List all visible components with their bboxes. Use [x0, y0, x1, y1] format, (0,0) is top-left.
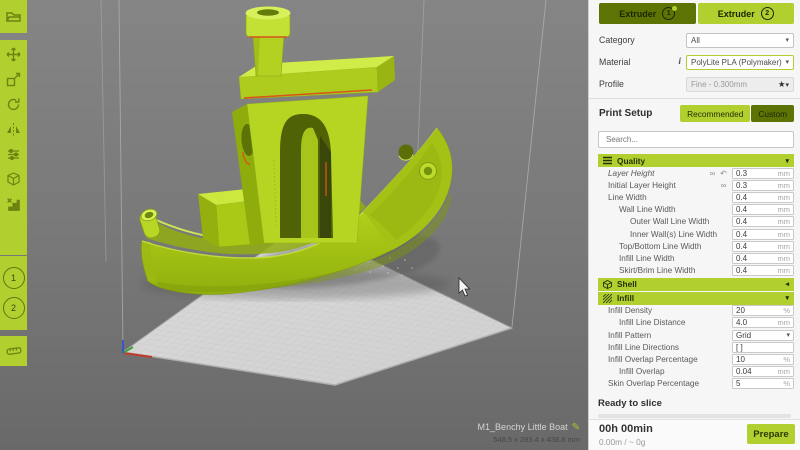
setting-value-box[interactable]: 0.4 mm [732, 228, 794, 240]
slice-summary: 00h 00min 0.00m / ~ 0g Prepare [589, 419, 800, 450]
material-row: Material i PolyLite PLA (Polymaker) ▾ [599, 51, 794, 73]
profile-row: Profile Fine - 0.300mm ★▾ [599, 73, 794, 95]
toolbar-extruder-group: 1 2 [0, 256, 27, 330]
setting-row[interactable]: Infill Pattern Grid ▾ [598, 329, 794, 341]
measure-tool-icon[interactable] [4, 342, 23, 361]
recommended-button[interactable]: Recommended [680, 105, 751, 122]
search-box [598, 131, 794, 148]
material-dropdown[interactable]: PolyLite PLA (Polymaker) ▾ [686, 54, 794, 70]
toolbar-file-group [0, 0, 27, 33]
setting-value-box[interactable]: 0.4 mm [732, 216, 794, 228]
chevron-down-icon: ▾ [785, 295, 789, 303]
extruder-tabs: Extruder 1 Extruder 2 [589, 0, 800, 28]
edit-name-icon[interactable]: ✎ [572, 422, 580, 433]
setting-row[interactable]: Line Width 0.4 mm [598, 191, 794, 203]
setting-value-box[interactable]: 0.4 mm [732, 204, 794, 216]
chevron-left-icon: ◂ [785, 281, 789, 289]
move-tool-icon[interactable] [4, 45, 23, 64]
setting-value-box[interactable]: 0.3 mm [732, 167, 794, 179]
extruder-1-badge: 1 [662, 6, 678, 20]
hamburger-icon [603, 156, 612, 165]
progress-bar [598, 414, 791, 418]
chevron-down-icon: ▾ [785, 157, 789, 165]
setting-row[interactable]: Initial Layer Height ∞ 0.3 mm [598, 179, 794, 191]
per-model-settings-icon[interactable] [4, 145, 23, 164]
setting-value-box[interactable]: 0.4 mm [732, 265, 794, 277]
infill-icon [603, 293, 612, 303]
chevron-down-icon: ▾ [785, 59, 789, 66]
mesh-type-icon[interactable] [4, 170, 23, 189]
setting-value-box[interactable]: 0.4 mm [732, 240, 794, 252]
setting-row[interactable]: Skin Overlap Percentage 5% [598, 378, 794, 390]
infill-pattern-dropdown[interactable]: Grid ▾ [732, 329, 794, 341]
setting-row[interactable]: Infill Overlap 0.04 mm [598, 366, 794, 378]
star-icon: ★▾ [777, 78, 789, 89]
extruder-1-button[interactable]: 1 [2, 267, 25, 289]
print-setup-title: Print Setup [599, 108, 653, 119]
category-dropdown[interactable]: All ▾ [686, 32, 794, 48]
setting-value-box[interactable]: 0.4 mm [732, 252, 794, 264]
setting-row[interactable]: Infill Line Distance 4.0 mm [598, 317, 794, 329]
info-icon[interactable]: i [678, 57, 681, 67]
revert-icon[interactable]: ↶ [718, 169, 729, 178]
extruder-2-badge: 2 [760, 7, 774, 20]
chevron-down-icon: ▾ [786, 332, 790, 340]
settings-panel: Extruder 1 Extruder 2 Category All ▾ Mate… [588, 0, 800, 450]
setting-value-box[interactable]: 4.0 mm [732, 317, 794, 329]
category-row: Category All ▾ [599, 29, 794, 51]
search-input[interactable] [604, 134, 788, 145]
open-file-icon[interactable] [4, 7, 23, 26]
material-color-dot [672, 6, 678, 11]
setting-row[interactable]: Skirt/Brim Line Width 0.4 mm [598, 265, 794, 277]
setting-value-box[interactable]: 0.04 mm [732, 366, 794, 378]
scene-canvas [0, 0, 588, 450]
setting-row[interactable]: Infill Density 20% [598, 305, 794, 317]
setting-row[interactable]: Infill Line Directions [ ] [598, 341, 794, 353]
setting-value-box[interactable]: 5% [732, 378, 794, 390]
section-header-shell[interactable]: Shell ◂ [598, 277, 794, 291]
setting-row[interactable]: Inner Wall(s) Line Width 0.4 mm [598, 228, 794, 240]
rotate-tool-icon[interactable] [4, 95, 23, 114]
setting-row[interactable]: Infill Line Width 0.4 mm [598, 252, 794, 264]
mirror-tool-icon[interactable] [4, 120, 23, 139]
setting-row[interactable]: Outer Wall Line Width 0.4 mm [598, 216, 794, 228]
scale-tool-icon[interactable] [4, 70, 23, 89]
settings-list: Quality ▾ Layer Height ∞ ↶ 0.3 mm Initial… [598, 154, 794, 390]
shell-icon [603, 279, 612, 289]
status-text: Ready to slice [598, 398, 662, 409]
setting-value-box[interactable]: 0.3 mm [732, 179, 794, 191]
setting-row[interactable]: Infill Overlap Percentage 10% [598, 353, 794, 366]
section-header-infill[interactable]: Infill ▾ [598, 291, 794, 305]
setting-value-box[interactable]: 20% [732, 305, 794, 317]
setting-row[interactable]: Layer Height ∞ ↶ 0.3 mm [598, 167, 794, 179]
model-info: M1_Benchy Little Boat ✎ 548.5 x 283.4 x 4… [478, 422, 580, 444]
profile-dropdown[interactable]: Fine - 0.300mm ★▾ [686, 76, 794, 92]
app-window: 1 2 M1_Benchy Little Boat ✎ 548.5 x 283.4… [0, 0, 800, 450]
prepare-button[interactable]: Prepare [747, 424, 795, 444]
support-blocker-icon[interactable] [4, 195, 23, 214]
custom-button[interactable]: Custom [751, 105, 794, 122]
toolbar-measure-group [0, 336, 27, 366]
link-icon[interactable]: ∞ [707, 169, 718, 178]
setting-value-box[interactable]: 0.4 mm [732, 191, 794, 203]
print-time: 00h 00min [599, 423, 653, 435]
extruder-2-button[interactable]: 2 [2, 297, 25, 319]
chevron-down-icon: ▾ [785, 37, 789, 44]
link-icon[interactable]: ∞ [718, 181, 729, 190]
setting-row[interactable]: Top/Bottom Line Width 0.4 mm [598, 240, 794, 252]
tab-extruder-2[interactable]: Extruder 2 [697, 3, 794, 24]
print-setup-row: Print Setup Recommended Custom [589, 99, 800, 126]
model-dimensions: 548.5 x 283.4 x 438.8 mm [493, 435, 580, 444]
setting-value-box[interactable]: [ ] [732, 341, 794, 353]
tab-extruder-1[interactable]: Extruder 1 [599, 3, 696, 24]
setting-value-box[interactable]: 10% [732, 354, 794, 366]
viewport-3d[interactable]: 1 2 M1_Benchy Little Boat ✎ 548.5 x 283.4… [0, 0, 588, 450]
section-header-quality[interactable]: Quality ▾ [598, 154, 794, 167]
material-usage: 0.00m / ~ 0g [599, 437, 646, 447]
print-setup-mode-switch: Recommended Custom [680, 105, 794, 122]
toolbar-tools-group [0, 40, 27, 255]
material-config: Category All ▾ Material i PolyLite PLA (P… [589, 28, 800, 95]
setting-row[interactable]: Wall Line Width 0.4 mm [598, 204, 794, 216]
model-name[interactable]: M1_Benchy Little Boat ✎ [478, 422, 580, 433]
